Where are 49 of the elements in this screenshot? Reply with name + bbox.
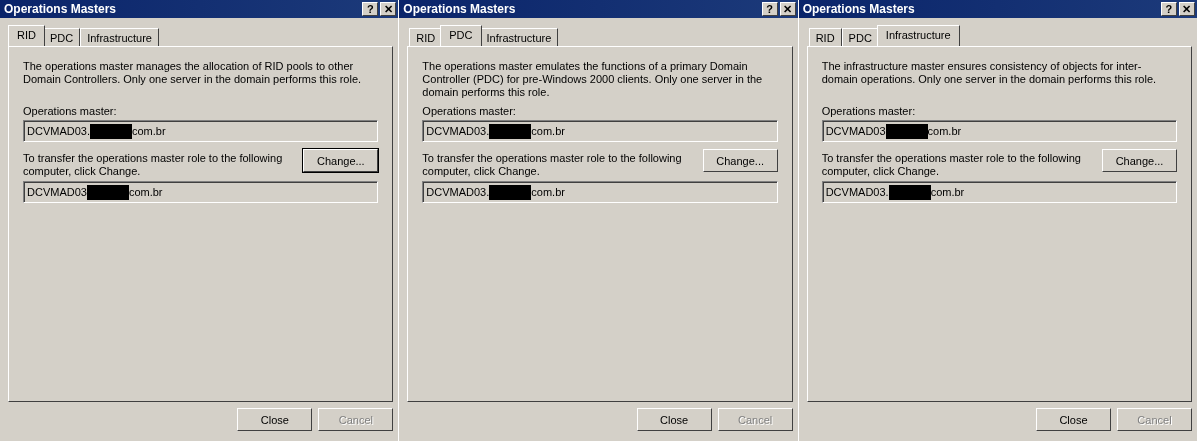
close-button[interactable]: ✕ <box>779 2 796 16</box>
server-field[interactable]: DCVMAD03. com.br <box>23 120 379 142</box>
field-text: com.br <box>531 186 565 198</box>
change-button[interactable]: Change... <box>702 149 778 172</box>
field-text: DCVMAD03 <box>27 186 87 198</box>
tab[interactable]: RID <box>808 28 842 46</box>
instruction-text: To transfer the operations master role to the following computer, click Change. <box>821 152 1082 178</box>
window-title: Operations Masters <box>802 2 915 16</box>
field-text: DCVMAD03. <box>426 186 490 198</box>
field-text: com.br <box>531 125 565 137</box>
field-text: com.br <box>927 125 962 137</box>
change-button[interactable]: Change... <box>1102 149 1177 172</box>
field-text: com.br <box>131 125 166 137</box>
change-button[interactable]: Change... <box>303 149 379 172</box>
tab[interactable]: Infrastructure <box>479 28 559 46</box>
tab[interactable]: Infrastructure <box>876 25 960 46</box>
server-field[interactable]: DCVMAD03. com.br <box>821 181 1177 203</box>
instruction-text: To transfer the operations master role to the following computer, click Change. <box>23 152 283 178</box>
instruction-text: To transfer the operations master role to the following computer, click Change. <box>422 152 683 178</box>
field-text: DCVMAD03 <box>825 125 886 137</box>
field-label: Operations master: <box>422 105 517 117</box>
tab[interactable]: RID <box>409 28 443 46</box>
field-label: Operations master: <box>821 105 917 117</box>
window-title: Operations Masters <box>4 2 117 16</box>
close-dialog-button[interactable]: Close <box>1036 408 1111 431</box>
description-text: The operations master emulates the functions of a primary Domain Controller (PDC) for pre-Windows 2000 clients. Only one server in the domain performs this role. <box>422 60 764 99</box>
tab[interactable]: RID <box>8 25 45 46</box>
help-button[interactable]: ? <box>761 2 778 16</box>
close-dialog-button[interactable]: Close <box>636 408 712 431</box>
tab[interactable]: PDC <box>440 25 482 46</box>
close-button[interactable]: ✕ <box>380 2 397 16</box>
tab[interactable]: Infrastructure <box>80 28 159 46</box>
help-button[interactable]: ? <box>1161 2 1177 16</box>
description-text: The operations master manages the allocation of RID pools to other Domain Controllers. Only one server in the domain performs this role. <box>23 60 363 87</box>
server-field[interactable]: DCVMAD03. com.br <box>422 120 778 142</box>
field-text: DCVMAD03. <box>27 125 90 137</box>
close-button[interactable]: ✕ <box>1179 2 1195 16</box>
field-text: DCVMAD03. <box>825 186 889 198</box>
server-field[interactable]: DCVMAD03. com.br <box>422 181 778 203</box>
close-dialog-button[interactable]: Close <box>237 408 313 431</box>
field-label: Operations master: <box>23 105 118 117</box>
description-text: The infrastructure master ensures consistency of objects for inter-domain operations. Only one server in the domain performs this role. <box>821 60 1158 87</box>
window-title: Operations Masters <box>403 2 516 16</box>
server-field[interactable]: DCVMAD03 com.br <box>821 120 1177 142</box>
field-text: com.br <box>930 186 965 198</box>
help-button[interactable]: ? <box>362 2 379 16</box>
field-text: com.br <box>128 186 163 198</box>
field-text: DCVMAD03. <box>426 125 490 137</box>
server-field[interactable]: DCVMAD03 com.br <box>23 181 379 203</box>
